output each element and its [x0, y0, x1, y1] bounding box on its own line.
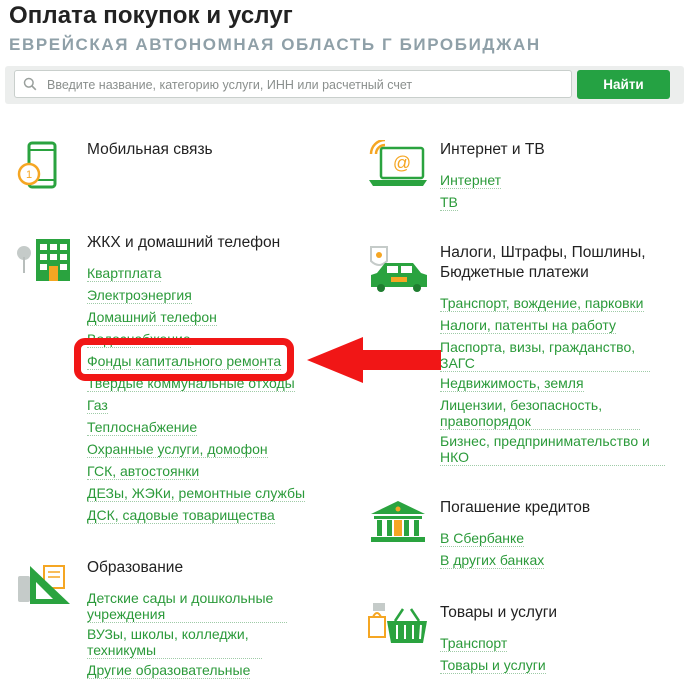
category-internet: @ Интернет и ТВ Интернет ТВ	[365, 140, 685, 220]
link-gas[interactable]: Газ	[87, 397, 108, 414]
category-title-housing[interactable]: ЖКХ и домашний телефон	[87, 233, 280, 253]
link-sberbank[interactable]: В Сбербанке	[440, 530, 525, 547]
category-education: Образование Детские сады и дошкольные уч…	[14, 558, 334, 679]
link-goods-services[interactable]: Товары и услуги	[440, 657, 546, 674]
link-licenses[interactable]: Лицензии, безопасность, правопорядок	[440, 397, 640, 430]
education-links: Детские сады и дошкольные учреждения ВУЗ…	[87, 590, 327, 684]
category-title-credits[interactable]: Погашение кредитов	[440, 498, 590, 518]
category-title-internet[interactable]: Интернет и ТВ	[440, 140, 545, 160]
internet-links: Интернет ТВ	[440, 172, 502, 216]
housing-links: Квартплата Электроэнергия Домашний телеф…	[87, 265, 306, 529]
credits-links: В Сбербанке В других банках	[440, 530, 545, 574]
link-home-phone[interactable]: Домашний телефон	[87, 309, 217, 326]
link-real-estate[interactable]: Недвижимость, земля	[440, 375, 584, 392]
ruler-triangle-icon	[18, 565, 70, 604]
page-title: Оплата покупок и услуг	[9, 2, 293, 29]
search-field[interactable]	[14, 70, 572, 98]
link-internet[interactable]: Интернет	[440, 172, 502, 189]
link-heating[interactable]: Теплоснабжение	[87, 419, 198, 436]
laptop-wifi-icon: @	[369, 140, 427, 186]
link-electricity[interactable]: Электроэнергия	[87, 287, 192, 304]
search-input[interactable]	[45, 73, 569, 97]
house-icon	[17, 239, 70, 281]
mobile-phone-icon: 1	[17, 141, 57, 189]
category-goods: Товары и услуги Транспорт Товары и услуг…	[365, 603, 687, 674]
category-mobile: 1 Мобильная связь	[14, 140, 334, 190]
link-other-banks[interactable]: В других банках	[440, 552, 545, 569]
category-credits: Погашение кредитов В Сбербанке В других …	[365, 498, 687, 573]
link-garage[interactable]: ГСК, автостоянки	[87, 463, 200, 480]
link-other-education[interactable]: Другие образовательные	[87, 662, 251, 679]
link-security[interactable]: Охранные услуги, домофон	[87, 441, 268, 458]
link-capital-repair-funds[interactable]: Фонды капитального ремонта	[87, 353, 282, 370]
category-title-taxes-line1[interactable]: Налоги, Штрафы, Пошлины,	[440, 243, 646, 263]
goods-links: Транспорт Товары и услуги	[440, 635, 546, 679]
find-button[interactable]: Найти	[577, 70, 670, 99]
link-kvartplata[interactable]: Квартплата	[87, 265, 162, 282]
taxes-links: Транспорт, вождение, парковки Налоги, па…	[440, 295, 685, 469]
bank-icon	[371, 501, 425, 542]
link-dsk[interactable]: ДСК, садовые товарищества	[87, 507, 275, 524]
svg-text:@: @	[393, 153, 411, 173]
search-bar: Найти	[5, 66, 684, 104]
category-title-education[interactable]: Образование	[87, 558, 183, 578]
category-title-goods[interactable]: Товары и услуги	[440, 603, 557, 623]
category-housing: ЖКХ и домашний телефон Квартплата Электр…	[14, 233, 334, 533]
car-emblem-icon	[370, 246, 427, 292]
link-goods-transport[interactable]: Транспорт	[440, 635, 508, 652]
link-kindergartens[interactable]: Детские сады и дошкольные учреждения	[87, 590, 287, 623]
link-transport-parking[interactable]: Транспорт, вождение, парковки	[440, 295, 644, 312]
link-passports[interactable]: Паспорта, визы, гражданство, ЗАГС	[440, 339, 650, 372]
link-tax-patents[interactable]: Налоги, патенты на работу	[440, 317, 616, 334]
category-title-taxes-line2[interactable]: Бюджетные платежи	[440, 263, 589, 283]
svg-text:1: 1	[26, 169, 32, 181]
link-universities[interactable]: ВУЗы, школы, колледжи, техникумы	[87, 626, 262, 659]
link-dez[interactable]: ДЕЗы, ЖЭКи, ремонтные службы	[87, 485, 306, 502]
region-label[interactable]: Еврейская автономная область г Биробиджа…	[9, 35, 541, 55]
link-tv[interactable]: ТВ	[440, 194, 458, 211]
search-icon	[23, 77, 37, 91]
category-title-mobile[interactable]: Мобильная связь	[87, 140, 213, 160]
shopping-basket-icon	[368, 603, 427, 643]
link-business[interactable]: Бизнес, предпринимательство и НКО	[440, 433, 665, 466]
red-arrow-icon	[307, 337, 441, 383]
